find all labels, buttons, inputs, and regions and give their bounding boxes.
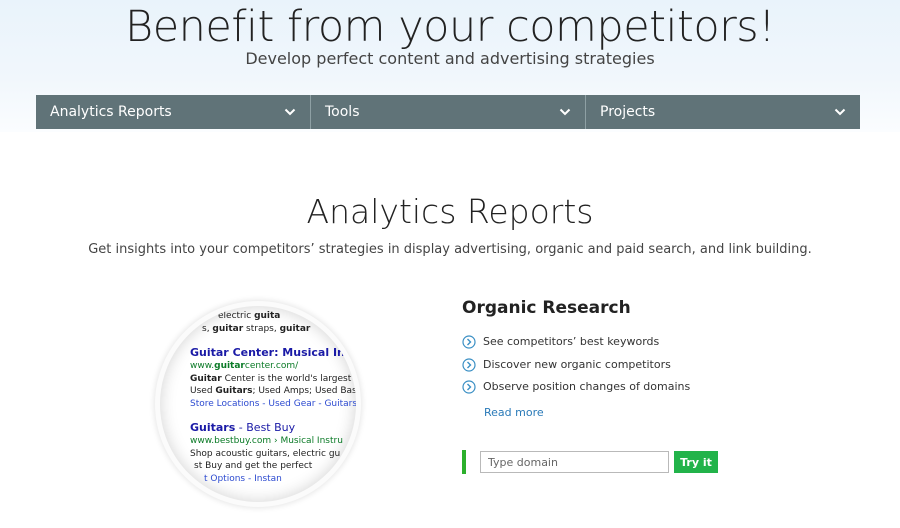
nav-item-analytics-reports[interactable]: Analytics Reports — [36, 95, 311, 129]
nav-bar: Analytics Reports Tools Projects — [36, 95, 860, 129]
serp-snippet: electric guita s, guitar straps, guitar … — [190, 310, 356, 485]
section-subtitle: Get insights into your competitors’ stra… — [88, 242, 812, 257]
result-snippet: st Buy and get the perfect — [194, 461, 313, 471]
nav-item-label: Tools — [325, 104, 360, 120]
chevron-right-circle-icon — [462, 335, 476, 349]
chevron-right-circle-icon — [462, 380, 476, 394]
chevron-down-icon — [834, 108, 846, 116]
feature-list: See competitors’ best keywords Discover … — [462, 333, 690, 401]
result-url: www.bestbuy.com › Musical Instru — [190, 436, 343, 446]
chevron-right-circle-icon — [462, 357, 476, 372]
hero-title: Benefit from your competitors! — [125, 2, 775, 52]
nav-item-projects[interactable]: Projects — [586, 95, 860, 129]
snippet-line: electric guita — [218, 311, 281, 321]
chevron-down-icon — [559, 108, 571, 116]
result-title: Guitars - Best Buy — [190, 421, 296, 434]
domain-input[interactable] — [480, 451, 669, 473]
result-url: www.guitarcenter.com/ — [190, 361, 299, 371]
list-item: See competitors’ best keywords — [462, 333, 690, 356]
result-snippet: Used Guitars; Used Amps; Used Bas — [190, 386, 356, 396]
list-item-label: See competitors’ best keywords — [483, 335, 660, 348]
nav-item-tools[interactable]: Tools — [311, 95, 586, 129]
accent-bar — [462, 450, 466, 474]
list-item: Discover new organic competitors — [462, 356, 690, 379]
hero-subtitle: Develop perfect content and advertising … — [245, 49, 655, 68]
read-more-link[interactable]: Read more — [484, 405, 544, 421]
chevron-down-icon — [284, 108, 296, 116]
try-it-button[interactable]: Try it — [674, 451, 718, 473]
snippet-line: s, guitar straps, guitar — [202, 323, 311, 334]
nav-item-label: Projects — [600, 104, 656, 120]
organic-research-title: Organic Research — [462, 298, 631, 318]
result-title: Guitar Center: Musical Instru — [190, 346, 356, 359]
list-item-label: Discover new organic competitors — [483, 357, 671, 371]
magnifier-illustration: electric guita s, guitar straps, guitar … — [160, 306, 356, 502]
result-snippet: Shop acoustic guitars, electric gu — [190, 448, 341, 459]
result-snippet: Guitar Center is the world's largest — [190, 373, 352, 384]
result-sitelinks: Store Locations - Used Gear - Guitars — [190, 398, 356, 409]
list-item-label: Observe position changes of domains — [483, 380, 691, 393]
list-item: Observe position changes of domains — [462, 378, 690, 401]
result-sitelinks: t Options - Instan — [204, 473, 282, 484]
section-title: Analytics Reports — [306, 192, 594, 231]
nav-item-label: Analytics Reports — [50, 104, 172, 120]
